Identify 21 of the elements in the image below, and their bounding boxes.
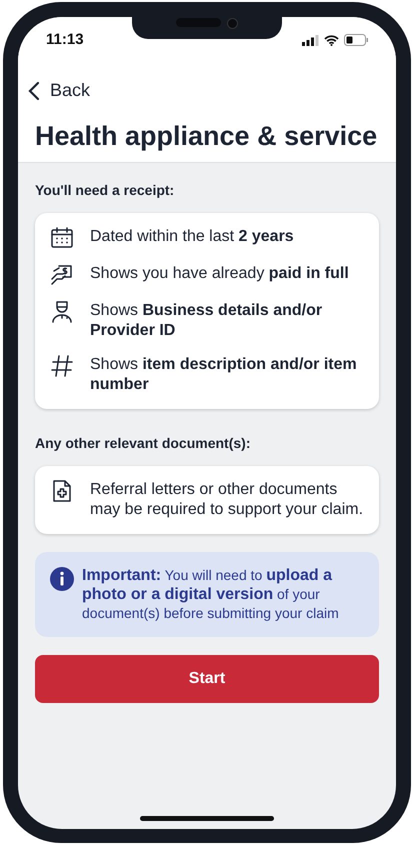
section-heading: You'll need a receipt: [35,181,176,200]
calendar-icon [50,226,74,250]
person-with-cap-icon [50,300,74,324]
hand-with-bill-icon [50,263,74,287]
notice-text: Important: You will need to upload a photo or a digital version of your document(s) before submitting your claim [82,566,340,623]
back-button[interactable]: Back [28,77,90,104]
section-heading: Any other relevant document(s): [35,434,252,453]
requirement-text: Dated within the last 2 years [90,227,294,247]
battery-icon [344,34,368,46]
wifi-icon [324,34,339,46]
page-title: Health appliance & service [34,120,378,153]
requirement-text: Shows Business details and/or Provider ID [90,301,324,341]
chevron-left-icon [28,80,40,100]
status-time: 11:13 [46,30,84,50]
requirement-text: Shows you have already paid in full [90,264,349,284]
requirement-text: Shows item description and/or item number [90,355,358,395]
hash-icon [50,354,74,378]
info-icon [50,567,74,591]
signal-icon [302,34,319,46]
requirement-text: Referral letters or other documents may be required to support your claim. [90,480,364,520]
start-button[interactable]: Start [35,655,379,703]
